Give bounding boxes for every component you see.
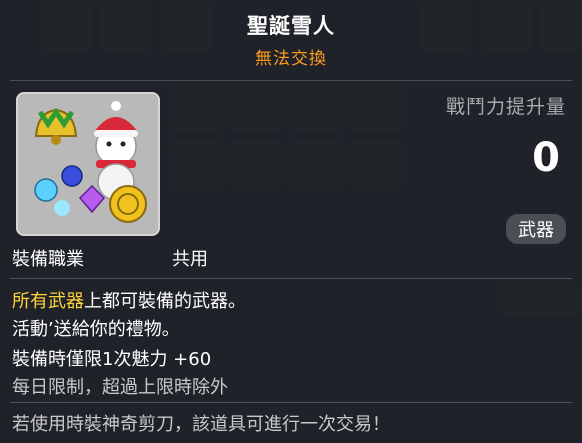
- item-icon-frame: [16, 92, 160, 236]
- gem-icon: [34, 165, 106, 216]
- description-line-5: 若使用時裝神奇剪刀，該道具可進行一次交易！: [12, 414, 390, 435]
- combat-power-value: 0: [532, 135, 560, 181]
- description-line-1: 所有武器上都可裝備的武器。: [12, 287, 246, 313]
- highlight-text: 所有武器: [12, 291, 84, 312]
- equip-job-value: 共用: [172, 249, 208, 270]
- description-text: 上都可裝備的武器。: [84, 291, 246, 312]
- divider: [10, 80, 572, 81]
- equip-job-label: 裝備職業: [12, 249, 84, 270]
- item-name: 聖誕雪人: [247, 14, 335, 38]
- snowman-icon: [94, 101, 138, 201]
- description-line-3: 裝備時僅限1次魅力 +60: [12, 349, 212, 370]
- combat-power-label: 戰鬥力提升量: [445, 96, 566, 118]
- description-line-2: 活動’送給你的禮物。: [12, 319, 180, 340]
- divider: [10, 278, 572, 279]
- description-line-4: 每日限制，超過上限時除外: [12, 377, 228, 398]
- bell-icon: [34, 107, 78, 145]
- trade-status: 無法交換: [255, 49, 327, 69]
- divider: [10, 402, 572, 403]
- item-icon-art: [34, 101, 147, 223]
- item-tooltip: 聖誕雪人 無法交換 戰鬥力提升量 0 武器 裝備職業 共用 所有武器上都可裝備的…: [0, 0, 582, 443]
- gold-coin-icon: [109, 185, 147, 223]
- category-badge: 武器: [506, 214, 566, 244]
